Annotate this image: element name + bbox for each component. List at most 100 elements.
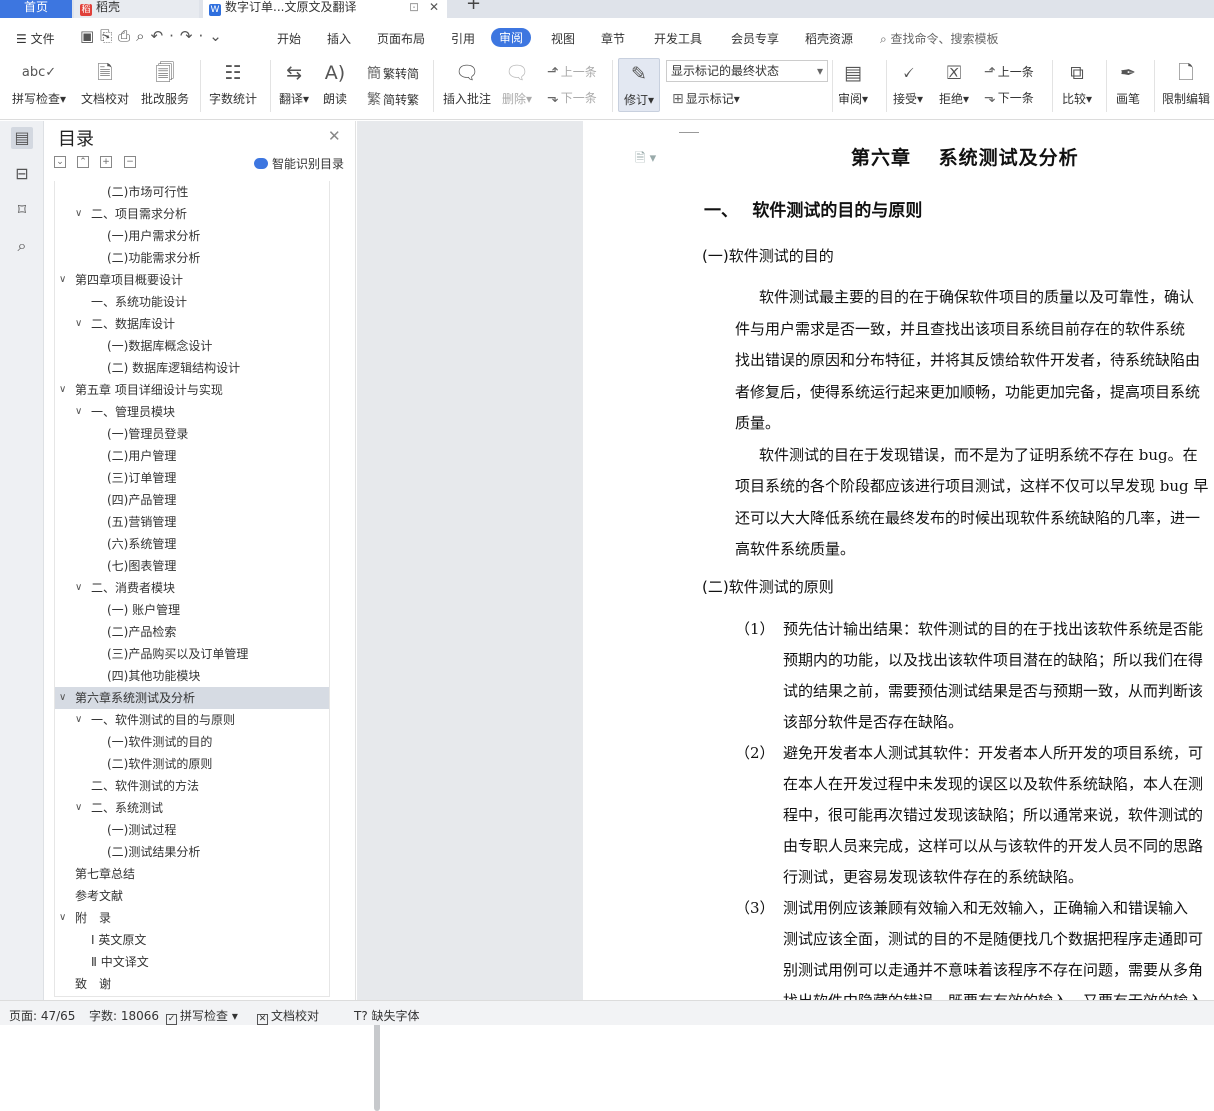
chevron-down-icon[interactable]: ∨ [59, 379, 66, 401]
quick-access-icons[interactable]: ▣⎘⎙⌕↶·↷·⌄ [80, 27, 228, 45]
smart-toc-button[interactable]: 智能识别目录 [254, 155, 344, 172]
expand-up-icon[interactable]: ⌃ [77, 156, 89, 168]
close-tab-icon[interactable]: ✕ [429, 0, 439, 14]
toc-item[interactable]: (二)功能需求分析 [55, 247, 329, 269]
toc-item[interactable]: ∨ 二、消费者模块 [55, 577, 329, 599]
doc-check-button[interactable]: 🗎 文档校对 [81, 60, 129, 107]
tab-document[interactable]: W 数字订单...文原文及翻译 ⊡ ✕ [203, 0, 447, 18]
toc-item[interactable]: ∨ 一、管理员模块 [55, 401, 329, 423]
toc-item[interactable]: ∨ 二、系统测试 [55, 797, 329, 819]
wordcount-button[interactable]: ☷ 字数统计 [209, 60, 257, 107]
toc-item[interactable]: (一)管理员登录 [55, 423, 329, 445]
toc-item[interactable]: 第七章总结 [55, 863, 329, 885]
collapse-all-icon[interactable]: ⌄ [54, 156, 66, 168]
chevron-down-icon[interactable]: ∨ [59, 907, 66, 929]
toc-item[interactable]: ∨ 第五章 项目详细设计与实现 [55, 379, 329, 401]
spellcheck-status[interactable]: ✓ 拼写检查 ▾ [166, 1007, 238, 1025]
proofread-status[interactable]: ✕ 文档校对 [257, 1007, 319, 1025]
batch-service-button[interactable]: 🗐 批改服务 [141, 60, 189, 107]
toc-item[interactable]: ∨ 二、数据库设计 [55, 313, 329, 335]
toc-item[interactable]: (一)数据库概念设计 [55, 335, 329, 357]
toc-item[interactable]: (一)用户需求分析 [55, 225, 329, 247]
toc-item[interactable]: (三)订单管理 [55, 467, 329, 489]
remove-level-icon[interactable]: − [124, 156, 136, 168]
toc-item[interactable]: (三)产品购买以及订单管理 [55, 643, 329, 665]
toc-item[interactable]: (四)产品管理 [55, 489, 329, 511]
menu-daoke-resources[interactable]: 稻壳资源 [805, 30, 853, 47]
insert-comment-button[interactable]: 🗨 插入批注 [443, 60, 491, 107]
simp-to-trad-button[interactable]: 繁简转繁 [367, 89, 419, 109]
next-comment-button[interactable]: ⬎ 下一条 [547, 89, 597, 106]
menu-insert[interactable]: 插入 [327, 30, 351, 47]
trad-to-simp-button[interactable]: 簡繁转简 [367, 63, 419, 83]
chevron-down-icon[interactable]: ∨ [59, 687, 66, 709]
toc-item[interactable]: (一)软件测试的目的 [55, 731, 329, 753]
word-count[interactable]: 字数: 18066 [89, 1007, 159, 1024]
tab-home[interactable]: 首页 [0, 0, 72, 18]
command-search[interactable]: ⌕ 查找命令、搜索模板 [880, 30, 999, 47]
missing-font-status[interactable]: T? 缺失字体 [354, 1007, 420, 1024]
prev-comment-button[interactable]: ⬏ 上一条 [547, 63, 597, 80]
toc-item[interactable]: (二)用户管理 [55, 445, 329, 467]
translate-button[interactable]: ⇆ 翻译▾ [279, 60, 309, 107]
toc-item[interactable]: ∨ 第四章项目概要设计 [55, 269, 329, 291]
menu-layout[interactable]: 页面布局 [377, 30, 425, 47]
track-changes-button[interactable]: ✎ 修订▾ [618, 58, 660, 112]
toc-item[interactable]: Ⅰ 英文原文 [55, 929, 329, 951]
toc-item[interactable]: 参考文献 [55, 885, 329, 907]
toc-item[interactable]: ∨ 二、项目需求分析 [55, 203, 329, 225]
toc-item[interactable]: (二) 数据库逻辑结构设计 [55, 357, 329, 379]
chevron-down-icon[interactable]: ∨ [75, 709, 82, 731]
toc-item[interactable]: 致 谢 [55, 973, 329, 995]
menu-start[interactable]: 开始 [277, 30, 301, 47]
restrict-edit-button[interactable]: 🗋 限制编辑 [1162, 60, 1210, 107]
toc-view-icon[interactable]: ▤ [11, 127, 33, 149]
toc-item[interactable]: (二)市场可行性 [55, 181, 329, 203]
toc-item[interactable]: ∨ 附 录 [55, 907, 329, 929]
menu-member[interactable]: 会员专享 [731, 30, 779, 47]
tab-daoke[interactable]: 稻稻壳 [74, 0, 199, 18]
menu-review[interactable]: 审阅 [491, 28, 532, 47]
toc-item[interactable]: (一) 账户管理 [55, 599, 329, 621]
toc-item[interactable]: (二)产品检索 [55, 621, 329, 643]
file-menu[interactable]: ☰ 文件 [16, 30, 55, 47]
document-page[interactable]: 🗎 ▾ 第六章 系统测试及分析 一、 软件测试的目的与原则 (一)软件测试的目的… [583, 121, 1214, 1000]
compare-button[interactable]: ⧉ 比较▾ [1062, 60, 1092, 107]
toc-item[interactable]: (四)其他功能模块 [55, 665, 329, 687]
show-markup-button[interactable]: ⊞ 显示标记▾ [672, 90, 740, 107]
add-level-icon[interactable]: + [100, 156, 112, 168]
spellcheck-button[interactable]: abc✓ 拼写检查▾ [12, 60, 66, 107]
bookmark-icon[interactable]: ⌑ [11, 199, 33, 221]
chevron-down-icon[interactable]: ∨ [75, 313, 82, 335]
toc-item[interactable]: Ⅱ 中文译文 [55, 951, 329, 973]
toc-item[interactable]: 一、系统功能设计 [55, 291, 329, 313]
toc-item[interactable]: (一)测试过程 [55, 819, 329, 841]
toc-item[interactable]: (七)图表管理 [55, 555, 329, 577]
close-icon[interactable]: ✕ [328, 127, 341, 145]
menu-devtools[interactable]: 开发工具 [654, 30, 702, 47]
accept-button[interactable]: 🗸 接受▾ [893, 60, 923, 107]
delete-comment-button[interactable]: 🗨 删除▾ [502, 60, 532, 107]
chevron-down-icon[interactable]: ∨ [75, 797, 82, 819]
read-aloud-button[interactable]: A) 朗读 [323, 60, 347, 107]
reject-button[interactable]: 🗵 拒绝▾ [939, 60, 969, 107]
markup-state-select[interactable]: 显示标记的最终状态 ▾ [666, 60, 828, 82]
menu-reference[interactable]: 引用 [451, 30, 475, 47]
pin-icon[interactable]: ⊡ [409, 0, 419, 14]
toc-item[interactable]: ∨ 第六章系统测试及分析 [55, 687, 329, 709]
pen-button[interactable]: ✒ 画笔 [1116, 60, 1140, 107]
prev-change-button[interactable]: ⬏ 上一条 [984, 63, 1034, 80]
chevron-down-icon[interactable]: ∨ [75, 577, 82, 599]
menu-chapter[interactable]: 章节 [601, 30, 625, 47]
chapter-nav-icon[interactable]: ⊟ [11, 163, 33, 185]
review-pane-button[interactable]: ▤ 审阅▾ [838, 60, 868, 107]
toc-item[interactable]: 二、软件测试的方法 [55, 775, 329, 797]
toc-item[interactable]: ∨ 一、软件测试的目的与原则 [55, 709, 329, 731]
toc-item[interactable]: (二)软件测试的原则 [55, 753, 329, 775]
toc-item[interactable]: (五)营销管理 [55, 511, 329, 533]
page-options-icon[interactable]: 🗎 ▾ [635, 149, 656, 171]
chevron-down-icon[interactable]: ∨ [75, 401, 82, 423]
toc-item[interactable]: (六)系统管理 [55, 533, 329, 555]
chevron-down-icon[interactable]: ∨ [75, 203, 82, 225]
next-change-button[interactable]: ⬎ 下一条 [984, 89, 1034, 106]
